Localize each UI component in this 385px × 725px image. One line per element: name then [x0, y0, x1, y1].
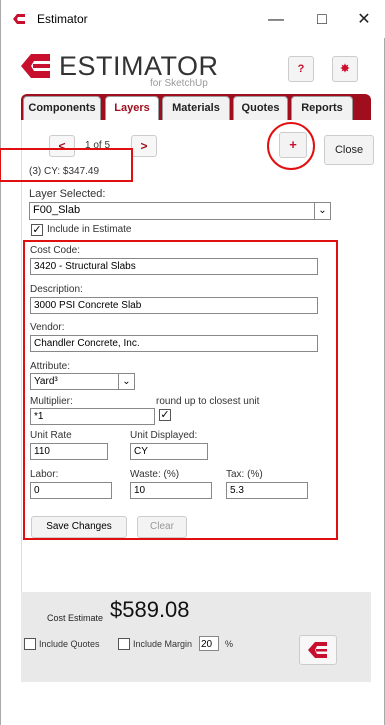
chevron-down-icon: ⌄: [314, 203, 330, 219]
tab-components[interactable]: Components: [23, 96, 101, 120]
maximize-button[interactable]: □: [299, 6, 345, 34]
tab-reports[interactable]: Reports: [291, 96, 353, 120]
window-title: Estimator: [37, 12, 88, 26]
estimator-logo-icon: [308, 642, 327, 658]
include-estimate-label: Include in Estimate: [47, 224, 132, 235]
tab-materials[interactable]: Materials: [162, 96, 230, 120]
annotation-circle-add: [267, 122, 315, 170]
annotation-box-summary: [0, 148, 133, 182]
include-estimate-checkbox[interactable]: ✓: [31, 224, 43, 236]
app-logo-icon: [13, 14, 25, 24]
close-button[interactable]: Close: [324, 135, 374, 165]
help-button[interactable]: ?: [288, 56, 314, 82]
percent-label: %: [225, 639, 234, 649]
include-margin-label: Include Margin: [133, 639, 193, 649]
include-quotes-label: Include Quotes: [39, 639, 100, 649]
include-margin-checkbox[interactable]: [118, 638, 130, 650]
estimator-logo-icon: [21, 54, 50, 78]
annotation-box-form: [23, 240, 338, 540]
gear-icon: ✸: [340, 63, 350, 75]
next-button[interactable]: >: [131, 135, 157, 157]
layer-select[interactable]: F00_Slab ⌄: [29, 202, 331, 220]
title-bar: Estimator — □ ✕: [1, 0, 385, 38]
estimator-logo-button[interactable]: [299, 635, 337, 665]
cost-estimate-label: Cost Estimate: [47, 613, 104, 623]
tab-layers[interactable]: Layers: [105, 96, 159, 120]
close-window-button[interactable]: ✕: [341, 6, 385, 34]
minimize-button[interactable]: —: [253, 6, 299, 34]
tab-quotes[interactable]: Quotes: [233, 96, 288, 120]
settings-button[interactable]: ✸: [332, 56, 358, 82]
layer-select-value: F00_Slab: [33, 204, 81, 216]
logo-subtitle: for SketchUp: [150, 78, 208, 89]
app-header: ESTIMATOR for SketchUp ? ✸: [1, 38, 385, 93]
app-window: Estimator — □ ✕ ESTIMATOR for SketchUp ?…: [0, 0, 385, 725]
margin-input[interactable]: 20: [199, 636, 219, 651]
include-quotes-checkbox[interactable]: [24, 638, 36, 650]
layer-selected-label: Layer Selected:: [29, 188, 106, 200]
cost-estimate-value: $589.08: [110, 597, 190, 622]
